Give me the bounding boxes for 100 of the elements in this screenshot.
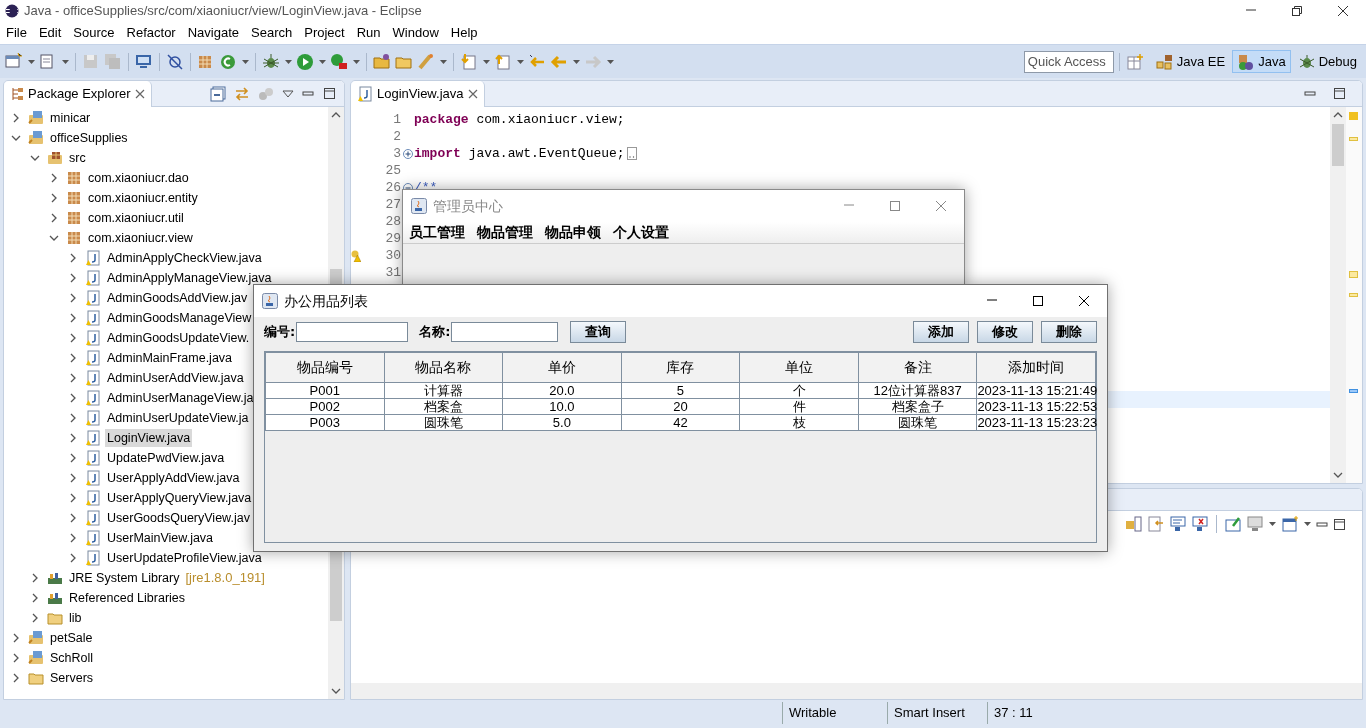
table-cell: 圆珠笔 xyxy=(858,414,977,431)
menu-item[interactable]: Search xyxy=(245,23,299,43)
table-cell: P003 xyxy=(265,414,385,431)
column-header[interactable]: 物品编号 xyxy=(265,352,385,383)
column-header[interactable]: 库存 xyxy=(621,352,740,383)
window-title: 办公用品列表 xyxy=(284,291,368,311)
line-number: 30 xyxy=(384,246,401,265)
table-cell: 20 xyxy=(621,398,740,415)
view-tab[interactable]: Package Explorer xyxy=(4,81,152,107)
tree-item[interactable]: com.xiaoniucr.util xyxy=(86,208,186,228)
table-cell: 档案盒子 xyxy=(858,398,977,415)
line-number: 29 xyxy=(384,229,401,248)
tree-item[interactable]: AdminMainFrame.java xyxy=(105,348,235,368)
menu-item[interactable]: 物品申领 xyxy=(539,222,607,243)
menu-item[interactable]: Source xyxy=(67,23,121,43)
table-cell: 2023-11-13 15:23:23 xyxy=(976,414,1096,431)
perspective-button[interactable]: Debug xyxy=(1292,49,1362,74)
line-number: 27 xyxy=(384,195,401,214)
window-title: Java - officeSupplies/src/com/xiaoniucr/view/LoginView.java - Eclipse xyxy=(24,2,422,21)
line-number: 31 xyxy=(384,263,401,282)
tree-item[interactable]: lib xyxy=(67,608,84,628)
perspective-button[interactable]: Java xyxy=(1232,49,1291,74)
code-line: package com.xiaoniucr.view; xyxy=(414,110,625,129)
table-cell: 枝 xyxy=(739,414,859,431)
table-cell: 20.0 xyxy=(502,382,622,399)
column-header[interactable]: 备注 xyxy=(858,352,977,383)
tree-item[interactable]: com.xiaoniucr.dao xyxy=(86,168,191,188)
window-title: 管理员中心 xyxy=(433,196,503,216)
menu-item[interactable]: Refactor xyxy=(120,23,182,43)
table-cell: P001 xyxy=(265,382,385,399)
tree-item[interactable]: UserUpdateProfileView.java xyxy=(105,548,264,568)
line-number: 1 xyxy=(392,110,401,129)
tree-item[interactable]: AdminGoodsUpdateView. xyxy=(105,328,252,348)
tree-item[interactable]: UserMainView.java xyxy=(105,528,216,548)
menu-item[interactable]: Project xyxy=(298,23,351,43)
tree-item[interactable]: AdminUserUpdateView.ja xyxy=(105,408,251,428)
table-cell: 件 xyxy=(739,398,859,415)
tree-item[interactable]: UserApplyAddView.java xyxy=(105,468,242,488)
status-field: Smart Insert xyxy=(887,702,987,724)
line-number: 28 xyxy=(384,212,401,231)
tree-item[interactable]: AdminApplyCheckView.java xyxy=(105,248,264,268)
search-button[interactable]: 查询 xyxy=(570,321,627,343)
status-field: 37 : 11 xyxy=(987,702,1077,724)
tree-item[interactable]: UserGoodsQueryView.jav xyxy=(105,508,252,528)
perspective-button[interactable]: Java EE xyxy=(1150,49,1231,74)
tree-item[interactable]: LoginView.java xyxy=(105,428,193,448)
table-cell: 42 xyxy=(621,414,740,431)
editor-tab[interactable]: LoginView.java xyxy=(351,81,485,107)
tree-item[interactable]: Referenced Libraries xyxy=(67,588,188,608)
table-cell: 个 xyxy=(739,382,859,399)
menu-item[interactable]: 物品管理 xyxy=(471,222,539,243)
column-header[interactable]: 单位 xyxy=(739,352,859,383)
action-button[interactable]: 删除 xyxy=(1041,321,1097,343)
tree-item[interactable]: UserApplyQueryView.java xyxy=(105,488,254,508)
table-cell: 2023-11-13 15:21:49 xyxy=(976,382,1096,399)
table-cell: 5.0 xyxy=(502,414,622,431)
table-cell: 圆珠笔 xyxy=(384,414,503,431)
tree-item[interactable]: SchRoll xyxy=(48,648,96,668)
table-cell: 2023-11-13 15:22:53 xyxy=(976,398,1096,415)
table-cell: 10.0 xyxy=(502,398,622,415)
menu-item[interactable]: Navigate xyxy=(181,23,245,43)
line-number: 25 xyxy=(384,161,401,180)
table-cell: 5 xyxy=(621,382,740,399)
tree-item[interactable]: UpdatePwdView.java xyxy=(105,448,227,468)
tree-item[interactable]: AdminApplyManageView.java xyxy=(105,268,274,288)
tree-item[interactable]: AdminGoodsAddView.jav xyxy=(105,288,250,308)
menu-item[interactable]: Window xyxy=(386,23,445,43)
line-number: 3 xyxy=(392,144,401,163)
menu-item[interactable]: 员工管理 xyxy=(403,222,471,243)
menu-item[interactable]: Help xyxy=(444,23,484,43)
menu-item[interactable]: Edit xyxy=(32,23,68,43)
tree-item[interactable]: com.xiaoniucr.view xyxy=(86,228,195,248)
column-header[interactable]: 物品名称 xyxy=(384,352,503,383)
menu-item[interactable]: 个人设置 xyxy=(607,222,675,243)
action-button[interactable]: 添加 xyxy=(913,321,969,343)
tree-item[interactable]: officeSupplies xyxy=(48,128,130,148)
table-cell: 12位计算器837 xyxy=(858,382,977,399)
tree-item[interactable]: AdminGoodsManageView xyxy=(105,308,254,328)
tree-item[interactable]: AdminUserAddView.java xyxy=(105,368,246,388)
table-cell: 计算器 xyxy=(384,382,503,399)
tree-item[interactable]: minicar xyxy=(48,108,93,128)
field-label: 名称: xyxy=(419,323,451,342)
tree-item[interactable]: Servers xyxy=(48,668,96,688)
table-cell: 档案盒 xyxy=(384,398,503,415)
code-line: import java.awt.EventQueue; xyxy=(414,144,625,163)
status-field: Writable xyxy=(782,702,887,724)
column-header[interactable]: 添加时间 xyxy=(976,352,1096,383)
action-button[interactable]: 修改 xyxy=(977,321,1033,343)
tree-item[interactable]: com.xiaoniucr.entity xyxy=(86,188,200,208)
tree-item[interactable]: petSale xyxy=(48,628,95,648)
tree-item[interactable]: AdminUserManageView.ja xyxy=(105,388,256,408)
tree-item-decoration: [jre1.8.0_191] xyxy=(185,569,265,588)
table-cell: P002 xyxy=(265,398,385,415)
tree-item[interactable]: JRE System Library xyxy=(67,568,182,588)
tree-item[interactable]: src xyxy=(67,148,88,168)
line-number: 26 xyxy=(384,178,401,197)
search-field[interactable]: Quick Access xyxy=(1023,50,1114,73)
menu-item[interactable]: Run xyxy=(350,23,387,43)
column-header[interactable]: 单价 xyxy=(502,352,622,383)
menu-item[interactable]: File xyxy=(0,23,33,43)
